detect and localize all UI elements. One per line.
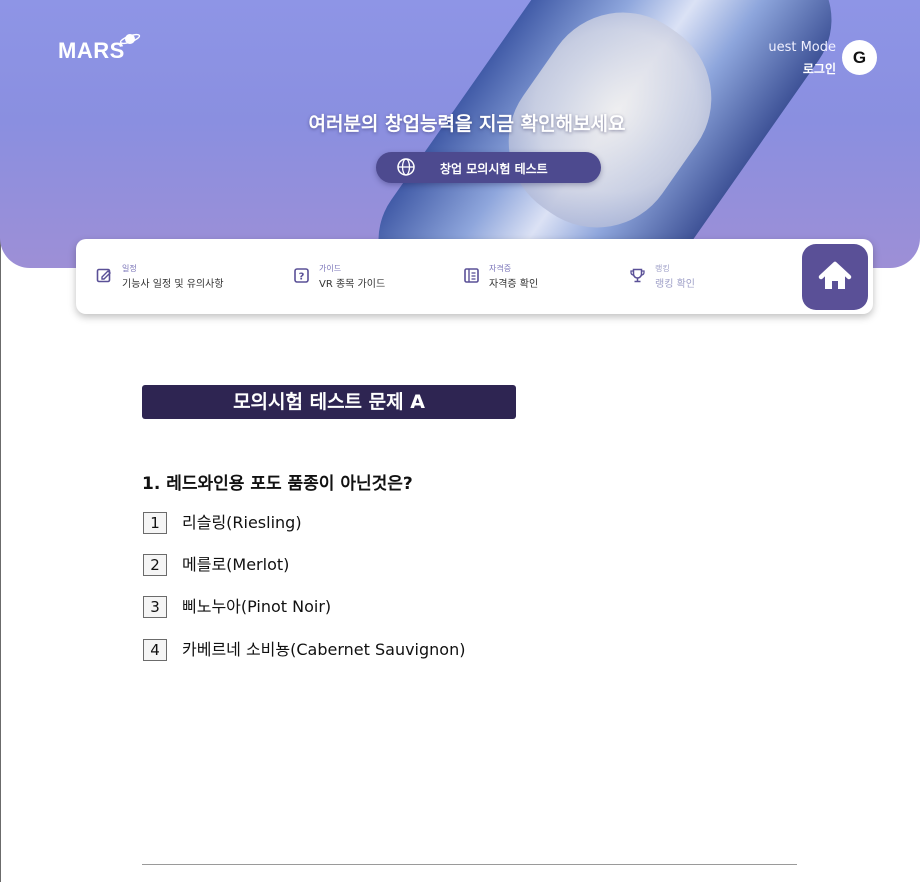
nav-item-schedule-caption: 일정	[122, 264, 137, 273]
question-text: 1. 레드와인용 포도 품종이 아닌것은?	[142, 474, 413, 494]
hero-headline: 여러분의 창업능력을 지금 확인해보세요	[308, 113, 626, 135]
user-avatar[interactable]: G	[842, 40, 877, 75]
certificate-icon	[464, 268, 479, 283]
answer-option-3-label: 삐노누아(Pinot Noir)	[182, 597, 332, 616]
globe-icon	[397, 158, 415, 176]
answer-option-2-label: 메를로(Merlot)	[182, 555, 290, 574]
mock-test-button-label: 창업 모의시험 테스트	[440, 162, 548, 176]
trophy-icon	[630, 268, 645, 283]
nav-item-schedule-label: 기능사 일정 및 유의사항	[122, 279, 224, 290]
nav-item-ranking[interactable]: 랭킹 랭킹 확인	[629, 239, 759, 314]
mars-logo[interactable]: MARS	[58, 38, 125, 64]
left-border	[0, 230, 1, 882]
answer-option-4-label: 카베르네 소비뇽(Cabernet Sauvignon)	[182, 640, 466, 659]
nav-item-guide-label: VR 종목 가이드	[319, 279, 386, 290]
divider	[142, 864, 797, 865]
nav-item-ranking-caption: 랭킹	[655, 264, 670, 273]
nav-item-certificate[interactable]: 자격증 자격증 확인	[463, 239, 603, 314]
svg-text:?: ?	[299, 272, 305, 283]
home-button[interactable]	[802, 244, 868, 310]
answer-option-2-number[interactable]: 2	[143, 554, 167, 576]
answer-option-1-label: 리슬링(Riesling)	[182, 513, 302, 532]
nav-item-ranking-label: 랭킹 확인	[655, 279, 695, 290]
mock-test-button[interactable]: 창업 모의시험 테스트	[376, 152, 601, 183]
guest-mode-label: uest Mode	[768, 40, 836, 55]
answer-option-4-number[interactable]: 4	[143, 639, 167, 661]
nav-item-certificate-label: 자격증 확인	[489, 279, 539, 290]
home-icon	[818, 261, 852, 289]
nav-item-certificate-caption: 자격증	[489, 264, 512, 273]
edit-icon	[96, 268, 111, 283]
answer-option-3-number[interactable]: 3	[143, 596, 167, 618]
quick-nav-card: 일정 기능사 일정 및 유의사항 ? 가이드 VR 종목 가이드 자격증 자격증…	[76, 239, 873, 314]
help-icon: ?	[294, 268, 309, 283]
login-link[interactable]: 로그인	[803, 60, 836, 77]
planet-icon	[119, 33, 141, 45]
nav-item-schedule[interactable]: 일정 기능사 일정 및 유의사항	[96, 239, 276, 314]
nav-item-guide[interactable]: ? 가이드 VR 종목 가이드	[293, 239, 443, 314]
quiz-title: 모의시험 테스트 문제 A	[142, 385, 516, 419]
nav-item-guide-caption: 가이드	[319, 264, 342, 273]
answer-option-1-number[interactable]: 1	[143, 512, 167, 534]
